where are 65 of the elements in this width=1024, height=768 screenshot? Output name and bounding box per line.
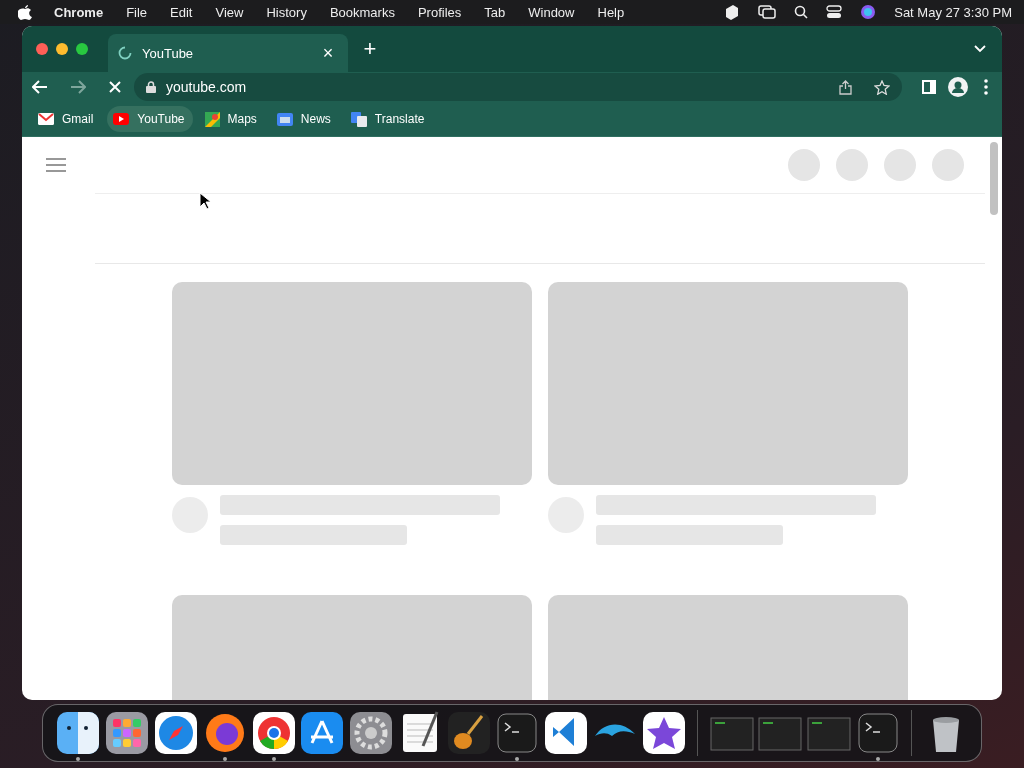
translate-icon: [350, 111, 367, 127]
app-grid-icon[interactable]: [104, 710, 151, 756]
newspaper-icon: [276, 112, 293, 126]
running-indicator: [76, 757, 81, 761]
browser-tab[interactable]: YouTube ×: [108, 34, 348, 72]
app-menu[interactable]: Chrome: [54, 4, 104, 20]
finder-icon[interactable]: [55, 710, 102, 756]
running-indicator: [515, 757, 520, 761]
bookmark[interactable]: News: [270, 106, 339, 132]
back-icon[interactable]: [32, 80, 48, 94]
bookmark[interactable]: YouTube: [107, 106, 193, 132]
apple-icon[interactable]: [18, 4, 32, 20]
bookmark[interactable]: Gmail: [32, 106, 102, 132]
running-indicator: [875, 757, 880, 761]
scrollbar-thumb[interactable]: [990, 142, 998, 215]
chrome-icon[interactable]: [250, 710, 297, 756]
menu-item[interactable]: History: [266, 4, 307, 20]
mouse-pointer-icon: [199, 192, 211, 210]
menu-item[interactable]: Help: [597, 4, 625, 20]
menu-item[interactable]: File: [126, 4, 148, 20]
side-panel-icon[interactable]: [922, 80, 936, 94]
icon-placeholder: [788, 149, 820, 181]
toggles-icon[interactable]: [826, 5, 843, 19]
profile-icon[interactable]: [948, 77, 968, 97]
menu-item[interactable]: View: [215, 4, 244, 20]
menu-icon[interactable]: [46, 158, 66, 172]
code-editor-icon[interactable]: [543, 710, 590, 756]
more-menu-icon[interactable]: [984, 79, 988, 95]
mail-icon: [38, 113, 54, 125]
new-tab-button[interactable]: +: [360, 38, 380, 60]
guitar-icon[interactable]: [445, 710, 492, 756]
play-icon: [113, 113, 130, 125]
minimize-window-button[interactable]: [56, 43, 68, 55]
icon-placeholder: [932, 149, 964, 181]
map-pin-icon: [204, 111, 220, 127]
search-icon[interactable]: [794, 5, 809, 19]
app-store-icon[interactable]: [299, 710, 346, 756]
compass-icon[interactable]: [152, 710, 199, 756]
chevron-down-icon[interactable]: [974, 45, 986, 53]
star-icon[interactable]: [874, 79, 890, 95]
tab-title: YouTube: [142, 45, 195, 61]
icon-placeholder: [884, 149, 916, 181]
address-bar[interactable]: youtube.com: [134, 73, 902, 101]
bookmark[interactable]: Translate: [344, 106, 433, 132]
forward-icon[interactable]: [70, 80, 86, 94]
gear-icon[interactable]: [348, 710, 395, 756]
running-indicator: [222, 757, 227, 761]
menu-bar-clock[interactable]: Sat May 27 3:30 PM: [894, 4, 1012, 20]
close-tab-button[interactable]: ×: [318, 42, 338, 64]
menu-item[interactable]: Profiles: [417, 4, 462, 20]
icon-placeholder: [836, 149, 868, 181]
zoom-window-button[interactable]: [76, 43, 88, 55]
lock-icon: [146, 81, 156, 93]
menu-item[interactable]: Window: [528, 4, 575, 20]
cube-icon[interactable]: [724, 4, 741, 20]
share-icon[interactable]: [839, 79, 852, 95]
menu-item[interactable]: Edit: [170, 4, 193, 20]
bookmark[interactable]: Maps: [198, 106, 265, 132]
stop-icon[interactable]: [108, 80, 122, 94]
orb-icon[interactable]: [860, 4, 877, 20]
menu-item[interactable]: Bookmarks: [329, 4, 395, 20]
close-window-button[interactable]: [36, 43, 48, 55]
running-indicator: [271, 757, 276, 761]
menu-item[interactable]: Tab: [484, 4, 506, 20]
windows-icon[interactable]: [758, 5, 777, 19]
